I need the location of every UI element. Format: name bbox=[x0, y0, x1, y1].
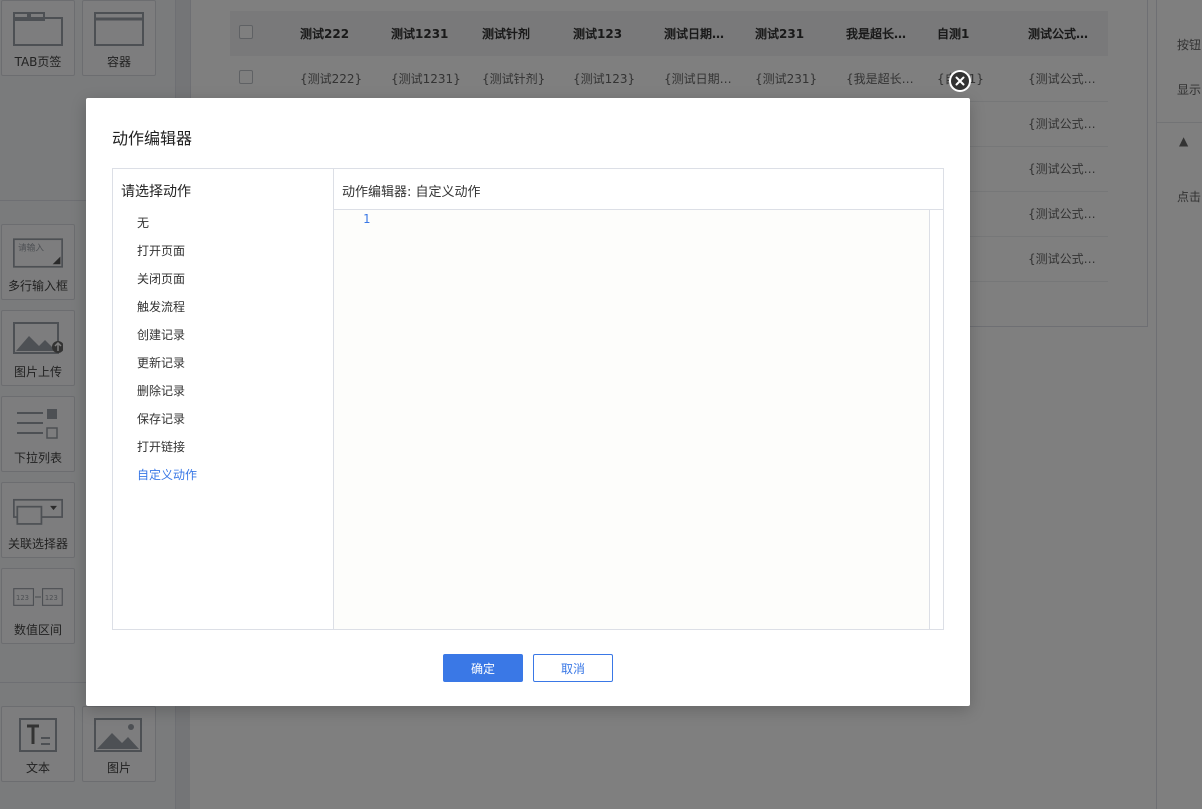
action-item-close-page[interactable]: 关闭页面 bbox=[137, 265, 197, 293]
editor-header: 动作编辑器: 自定义动作 bbox=[334, 169, 943, 210]
action-item-create-record[interactable]: 创建记录 bbox=[137, 321, 197, 349]
close-icon bbox=[951, 72, 969, 90]
cancel-button[interactable]: 取消 bbox=[533, 654, 613, 682]
action-item-delete-record[interactable]: 删除记录 bbox=[137, 377, 197, 405]
close-button[interactable] bbox=[949, 70, 971, 92]
action-item-open-link[interactable]: 打开链接 bbox=[137, 433, 197, 461]
editor-header-text: 动作编辑器: 自定义动作 bbox=[342, 181, 481, 200]
action-item-none[interactable]: 无 bbox=[137, 209, 197, 237]
code-editor-pane: 动作编辑器: 自定义动作 1 bbox=[334, 169, 943, 629]
editor-scrollbar[interactable] bbox=[929, 210, 943, 629]
confirm-button[interactable]: 确定 bbox=[443, 654, 523, 682]
action-item-open-page[interactable]: 打开页面 bbox=[137, 237, 197, 265]
editor-label: 动作编辑器: bbox=[342, 185, 412, 200]
line-number: 1 bbox=[363, 212, 371, 226]
action-list-title: 请选择动作 bbox=[121, 184, 191, 200]
action-item-save-record[interactable]: 保存记录 bbox=[137, 405, 197, 433]
editor-action-name: 自定义动作 bbox=[415, 185, 481, 200]
action-item-trigger-flow[interactable]: 触发流程 bbox=[137, 293, 197, 321]
action-list: 无 打开页面 关闭页面 触发流程 创建记录 更新记录 删除记录 保存记录 打开链… bbox=[137, 209, 197, 489]
action-editor-dialog: 动作编辑器 请选择动作 无 打开页面 关闭页面 触发流程 创建记录 更新记录 删… bbox=[86, 70, 971, 706]
action-list-panel: 请选择动作 无 打开页面 关闭页面 触发流程 创建记录 更新记录 删除记录 保存… bbox=[113, 169, 334, 629]
action-item-custom-action[interactable]: 自定义动作 bbox=[137, 461, 197, 489]
editor-frame: 请选择动作 无 打开页面 关闭页面 触发流程 创建记录 更新记录 删除记录 保存… bbox=[112, 168, 944, 630]
dialog-title: 动作编辑器 bbox=[112, 129, 193, 148]
action-item-update-record[interactable]: 更新记录 bbox=[137, 349, 197, 377]
code-editor[interactable]: 1 bbox=[334, 210, 929, 629]
